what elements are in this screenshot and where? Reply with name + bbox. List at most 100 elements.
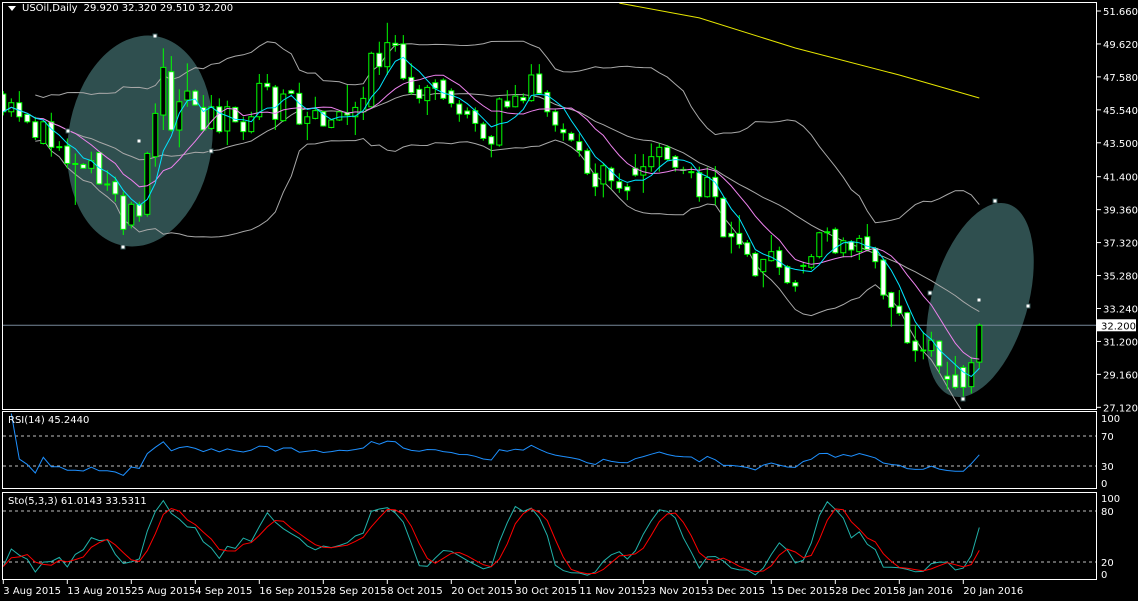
bear-candle-body	[264, 82, 271, 88]
bear-candle-body	[736, 232, 743, 245]
ellipse-handle[interactable]	[976, 297, 982, 303]
ellipse-handle[interactable]	[927, 290, 933, 296]
bear-candle-body	[80, 163, 87, 169]
bear-candle-body	[56, 146, 63, 149]
chart-header: USOil,Daily 29.920 32.320 29.510 32.200	[8, 3, 233, 14]
price-tick-label: 39.360	[1103, 206, 1138, 217]
candle	[560, 123, 567, 141]
stochastic-d-line	[3, 507, 980, 575]
bull-candle-body	[688, 171, 695, 174]
candle	[304, 111, 311, 141]
price-tick-label: 35.280	[1103, 272, 1138, 283]
bull-candle-body	[152, 112, 159, 158]
bull-candle-body	[128, 203, 135, 226]
candle	[536, 64, 543, 95]
date-tick-label: 30 Oct 2015	[515, 586, 577, 597]
candle	[720, 196, 727, 238]
ellipse-handles[interactable]	[65, 33, 1031, 402]
date-tick-label: 8 Jan 2016	[899, 586, 953, 597]
bull-candle-body	[976, 324, 983, 363]
bull-candle-body	[280, 93, 287, 122]
candle	[408, 63, 415, 95]
candle	[24, 113, 31, 124]
bear-candle-body	[400, 43, 407, 79]
bull-candle-body	[104, 183, 111, 186]
bear-candle-body	[896, 305, 903, 314]
date-tick-label: 8 Oct 2015	[387, 586, 442, 597]
candle	[512, 84, 519, 108]
bull-candle-body	[160, 66, 167, 116]
bear-candle-body	[560, 128, 567, 134]
bull-candle-body	[808, 256, 815, 268]
bear-candle-body	[720, 197, 727, 238]
candle	[328, 119, 335, 129]
bear-candle-body	[672, 156, 679, 168]
candle	[344, 84, 351, 126]
ellipse-handle[interactable]	[208, 148, 214, 154]
bull-candle-body	[800, 264, 807, 267]
price-tick-label: 47.580	[1103, 73, 1138, 84]
bear-candle-body	[488, 136, 495, 145]
ellipse-handle[interactable]	[152, 33, 158, 39]
bear-candle-body	[776, 250, 783, 268]
candle	[736, 214, 743, 249]
candle	[40, 120, 47, 145]
price-tick-label: 27.120	[1103, 403, 1138, 414]
triangle-down-icon[interactable]	[8, 6, 16, 11]
date-tick-label: 23 Nov 2015	[643, 586, 707, 597]
symbol-timeframe: USOil,Daily	[22, 3, 78, 14]
bull-candle-body	[600, 165, 607, 185]
stochastic-pane	[3, 499, 1096, 576]
stochastic-axis-label: 80	[1101, 507, 1114, 518]
drawing-objects[interactable]	[54, 26, 1054, 409]
candle	[704, 167, 711, 198]
candle	[880, 258, 887, 300]
rsi-label: RSI(14) 45.2440	[8, 415, 90, 426]
chart-canvas[interactable]: 51.660 49.620 47.580 45.540 43.500 41.400 39.3…	[0, 0, 1138, 601]
candle	[216, 98, 223, 134]
rsi-axis-label: 100	[1101, 414, 1120, 425]
bull-candle-body	[208, 106, 215, 129]
candle	[360, 86, 367, 121]
bull-candle-body	[328, 119, 335, 128]
candle	[56, 141, 63, 151]
bear-candle-body	[464, 110, 471, 115]
candle	[864, 224, 871, 252]
ellipse-handle[interactable]	[65, 128, 71, 134]
candle	[896, 290, 903, 316]
bull-candle-body	[648, 156, 655, 168]
date-tick-label: 13 Aug 2015	[67, 586, 131, 597]
candle	[192, 89, 199, 106]
bear-candle-body	[48, 121, 55, 148]
bull-candle-body	[856, 237, 863, 253]
ellipse-handle[interactable]	[120, 244, 126, 250]
candle	[336, 110, 343, 121]
candle	[568, 131, 575, 142]
bear-candle-body	[584, 150, 591, 174]
bear-candle-body	[712, 176, 719, 198]
ellipse-handle[interactable]	[960, 396, 966, 402]
ellipse-handle[interactable]	[1025, 303, 1031, 309]
candle	[224, 100, 231, 146]
candle	[888, 291, 895, 327]
bull-candle-body	[184, 90, 191, 101]
date-tick-label: 28 Sep 2015	[323, 586, 386, 597]
candle	[552, 108, 559, 132]
ellipse-handle[interactable]	[136, 138, 142, 144]
ellipse-handle[interactable]	[992, 198, 998, 204]
bull-candle-body	[496, 98, 503, 146]
candle	[456, 99, 463, 122]
candle	[544, 90, 551, 117]
bear-candle-body	[936, 340, 943, 367]
candle	[504, 90, 511, 109]
candle	[728, 221, 735, 254]
bull-candle-body	[656, 146, 663, 158]
candle	[448, 88, 455, 108]
date-tick-label: 20 Jan 2016	[963, 586, 1023, 597]
bear-candle-body	[728, 232, 735, 238]
stochastic-axis-label: 100	[1101, 494, 1120, 505]
candle	[632, 154, 639, 177]
bear-candle-body	[664, 146, 671, 160]
stochastic-label: Sto(5,3,3) 61.0143 33.5311	[8, 496, 147, 507]
candle	[840, 237, 847, 258]
